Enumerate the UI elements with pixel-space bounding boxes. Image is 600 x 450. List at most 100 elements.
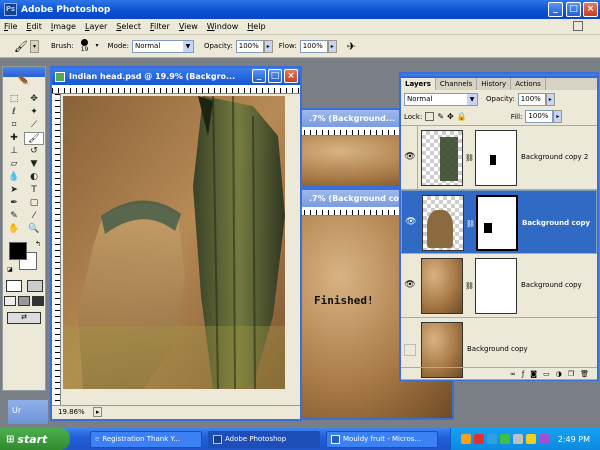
menu-file[interactable]: File: [4, 22, 17, 31]
tab-actions[interactable]: Actions: [511, 78, 546, 90]
eye-hidden-icon[interactable]: [404, 344, 416, 356]
lock-position-icon[interactable]: ✥: [447, 112, 454, 121]
menu-filter[interactable]: Filter: [150, 22, 170, 31]
link-icon[interactable]: ⛓: [466, 219, 475, 230]
airbrush-icon[interactable]: ✈: [347, 40, 356, 53]
menu-select[interactable]: Select: [116, 22, 141, 31]
slice-tool-icon[interactable]: ⟋: [24, 119, 44, 132]
status-menu-icon[interactable]: ▸: [92, 407, 103, 417]
zoom-tool-icon[interactable]: 🔍: [24, 223, 44, 236]
magic-wand-tool-icon[interactable]: ✦: [24, 106, 44, 119]
history-brush-tool-icon[interactable]: ↺: [24, 145, 44, 158]
flow-slider-button[interactable]: ▸: [327, 39, 337, 53]
layer-row[interactable]: 👁 ⛓ Background copy: [401, 254, 597, 318]
taskbar-item-mouldy-fruit[interactable]: Mouldy fruit - Micros...: [326, 430, 438, 448]
layer-row-selected[interactable]: 👁 ⛓ Background copy: [401, 190, 597, 254]
zoom-level[interactable]: 19.86%: [58, 408, 85, 416]
layer-opacity-slider[interactable]: ▸: [545, 92, 555, 106]
pen-tool-icon[interactable]: ✒: [4, 197, 24, 210]
eraser-tool-icon[interactable]: ▱: [4, 158, 24, 171]
toolbox-header[interactable]: [3, 67, 45, 77]
document-canvas[interactable]: [63, 96, 285, 389]
trash-icon[interactable]: 🗑: [580, 370, 589, 378]
eye-icon[interactable]: 👁: [404, 280, 416, 292]
palette-well-icon[interactable]: [573, 21, 583, 31]
new-layer-icon[interactable]: ❐: [568, 370, 574, 378]
tray-icon-6[interactable]: [525, 434, 536, 444]
lasso-tool-icon[interactable]: ℓ: [4, 106, 24, 119]
screen-mode-black-icon[interactable]: [32, 296, 44, 306]
close-button[interactable]: ×: [583, 2, 598, 17]
taskbar-item-photoshop[interactable]: Adobe Photoshop: [208, 430, 320, 448]
layer-style-icon[interactable]: ƒ: [522, 370, 524, 378]
layer-opacity-input[interactable]: 100%: [517, 92, 546, 106]
feather-logo-icon[interactable]: 🪶: [3, 77, 45, 91]
marquee-tool-icon[interactable]: ⬚: [4, 93, 24, 106]
minimize-button[interactable]: _: [548, 2, 563, 17]
link-layers-icon[interactable]: ∞: [510, 370, 516, 378]
doc-maximize-button[interactable]: □: [268, 69, 282, 83]
tab-channels[interactable]: Channels: [436, 78, 478, 90]
add-mask-icon[interactable]: ◙: [530, 370, 537, 378]
adjustment-layer-icon[interactable]: ◑: [556, 370, 562, 378]
eyedropper-tool-icon[interactable]: ⁄: [24, 210, 44, 223]
brush-dropdown[interactable]: ▾: [93, 40, 102, 53]
foreground-color-swatch[interactable]: [9, 242, 27, 260]
clock[interactable]: 2:49 PM: [558, 435, 590, 444]
lock-image-icon[interactable]: ✎: [437, 112, 444, 121]
clone-stamp-tool-icon[interactable]: ⊥: [4, 145, 24, 158]
paint-bucket-tool-icon[interactable]: ▼: [24, 158, 44, 171]
tool-preset-dropdown[interactable]: ▾: [29, 39, 39, 53]
layer-row[interactable]: 👁 ⛓ Background copy 2: [401, 126, 597, 190]
tray-icon-1[interactable]: [460, 434, 471, 444]
menu-edit[interactable]: Edit: [26, 22, 42, 31]
new-set-icon[interactable]: ▭: [543, 370, 550, 378]
maximize-button[interactable]: □: [566, 2, 581, 17]
start-button[interactable]: ⊞ start: [0, 428, 70, 450]
eye-icon[interactable]: 👁: [404, 152, 416, 164]
menu-help[interactable]: Help: [247, 22, 265, 31]
standard-mode-icon[interactable]: [5, 280, 22, 292]
taskbar-item-registration[interactable]: e Registration Thank Y...: [90, 430, 202, 448]
tab-history[interactable]: History: [477, 78, 512, 90]
brush-preview[interactable]: 19: [77, 39, 93, 53]
opacity-slider-button[interactable]: ▸: [263, 39, 273, 53]
hand-tool-icon[interactable]: ✋: [4, 223, 24, 236]
lock-transparent-icon[interactable]: [425, 112, 435, 121]
menu-window[interactable]: Window: [207, 22, 239, 31]
link-icon[interactable]: ⛓: [465, 282, 474, 290]
fill-slider[interactable]: ▸: [553, 110, 563, 123]
menu-layer[interactable]: Layer: [85, 22, 107, 31]
link-icon[interactable]: ⛓: [465, 154, 474, 162]
opacity-input[interactable]: 100%: [235, 39, 264, 53]
jump-to-imageready-icon[interactable]: ⇄: [7, 312, 41, 324]
tray-icon-2[interactable]: [473, 434, 484, 444]
blend-mode-select[interactable]: Normal ▼: [404, 92, 478, 106]
quick-mask-mode-icon[interactable]: [26, 280, 43, 292]
tray-icon-4[interactable]: [499, 434, 510, 444]
minimized-window-tab[interactable]: Ur: [8, 400, 48, 424]
move-tool-icon[interactable]: ✥: [24, 93, 44, 106]
lock-all-icon[interactable]: 🔒: [457, 112, 467, 121]
brush-tool-icon[interactable]: 🖌: [14, 40, 28, 53]
eye-icon[interactable]: 👁: [405, 217, 417, 229]
type-tool-icon[interactable]: T: [24, 184, 44, 197]
dodge-tool-icon[interactable]: ◐: [24, 171, 44, 184]
tray-icon-3[interactable]: [486, 434, 497, 444]
path-selection-tool-icon[interactable]: ➤: [4, 184, 24, 197]
tray-icon-5[interactable]: [512, 434, 523, 444]
doc-minimize-button[interactable]: _: [252, 69, 266, 83]
swap-colors-icon[interactable]: ↰: [35, 240, 41, 248]
notes-tool-icon[interactable]: ✎: [4, 210, 24, 223]
menu-view[interactable]: View: [179, 22, 198, 31]
brush-tool-icon[interactable]: 🖌: [24, 132, 44, 145]
doc-close-button[interactable]: ×: [284, 69, 298, 83]
tab-layers[interactable]: Layers: [401, 78, 436, 90]
flow-input[interactable]: 100%: [299, 39, 328, 53]
crop-tool-icon[interactable]: ⌗: [4, 119, 24, 132]
screen-mode-full-icon[interactable]: [18, 296, 30, 306]
blur-tool-icon[interactable]: 💧: [4, 171, 24, 184]
document-window-main[interactable]: Indian head.psd @ 19.9% (Backgro... _ □ …: [50, 66, 302, 421]
mode-select[interactable]: Normal ▼: [131, 39, 194, 53]
shape-tool-icon[interactable]: ▢: [24, 197, 44, 210]
